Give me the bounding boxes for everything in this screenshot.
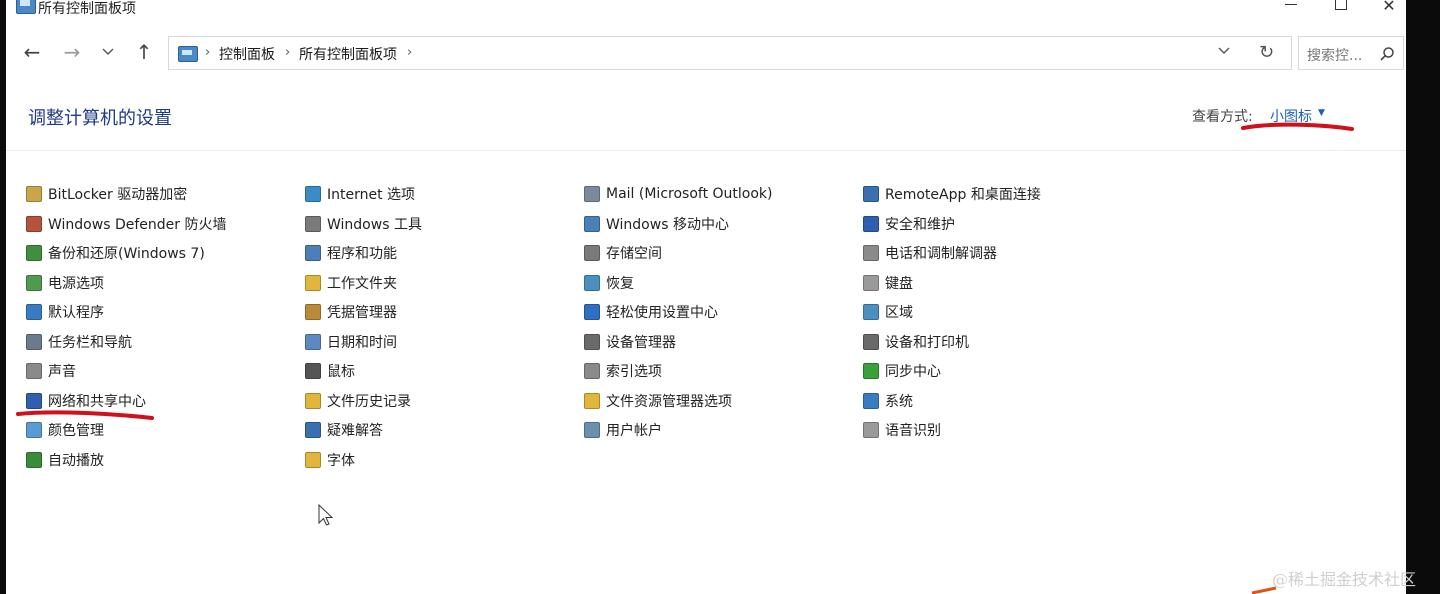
annotation-underline-view-by xyxy=(1241,122,1354,131)
annotation-overlay xyxy=(16,122,1354,420)
annotation-corner-stroke xyxy=(1251,586,1277,594)
watermark: @稀土掘金技术社区 xyxy=(1272,570,1417,589)
control-panel-window: 所有控制面板项 ✕ ← → ↑ › 控制面板 › 所有控制面板项 › ↻ 搜索控… xyxy=(6,0,1406,594)
mouse-cursor-icon xyxy=(318,504,334,526)
annotation-underline-network xyxy=(16,410,154,420)
